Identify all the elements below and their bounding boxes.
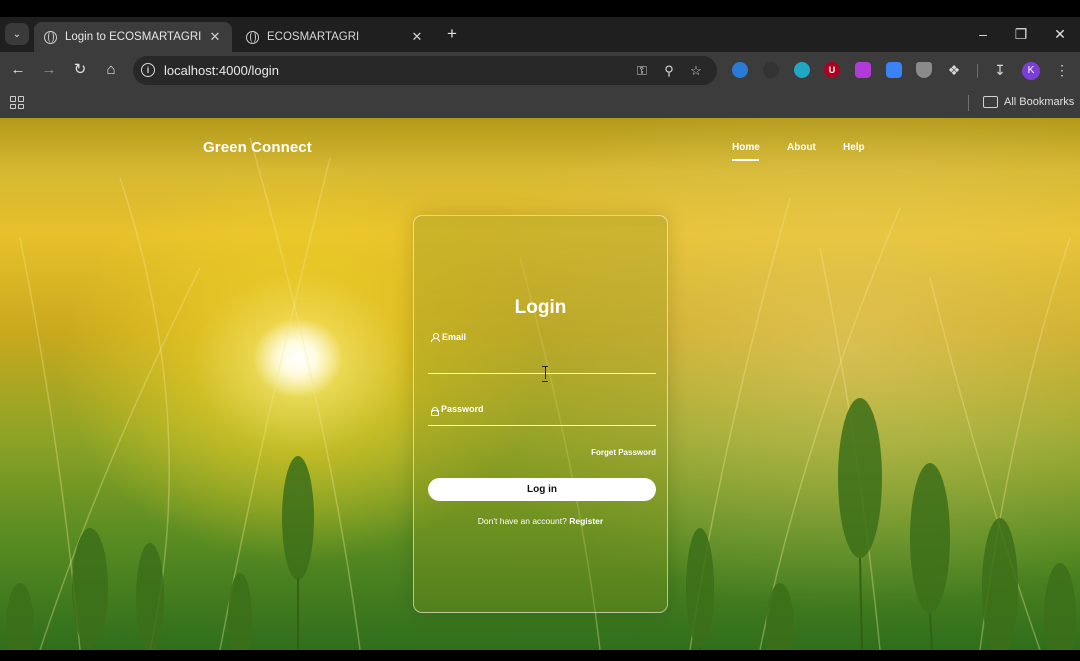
close-window-button[interactable]: ✕	[1050, 25, 1070, 43]
all-bookmarks-link[interactable]: All Bookmarks	[1004, 96, 1074, 108]
email-label: Email	[431, 332, 466, 342]
chevron-down-icon: ⌄	[12, 28, 22, 40]
zoom-icon[interactable]: ⚲	[660, 62, 678, 80]
dark-moon-extension-icon[interactable]	[763, 62, 779, 78]
site-header: Green Connect Home About Help	[0, 118, 1080, 188]
browser-tab-strip: ⌄ Login to ECOSMARTAGRI ✕ ECOSMARTAGRI ✕…	[0, 17, 1080, 52]
password-key-icon[interactable]: ⚿	[633, 62, 651, 80]
download-icon[interactable]: ↧	[990, 61, 1010, 79]
toolbar-divider	[977, 64, 978, 78]
nav-home[interactable]: Home	[732, 142, 760, 161]
screen: ⌄ Login to ECOSMARTAGRI ✕ ECOSMARTAGRI ✕…	[0, 0, 1080, 661]
forward-button[interactable]: →	[39, 60, 59, 80]
register-prompt: Don't have an account? Register	[414, 516, 667, 526]
close-icon[interactable]: ✕	[410, 29, 424, 45]
page-viewport: Green Connect Home About Help Login Emai…	[0, 118, 1080, 650]
register-prompt-text: Don't have an account?	[477, 516, 567, 526]
email-label-text: Email	[442, 332, 467, 342]
tab-title: Login to ECOSMARTAGRI	[65, 31, 202, 43]
login-card: Login Email Password Forget Password Log…	[413, 215, 668, 613]
bottom-letterbox	[0, 650, 1080, 661]
cyan-refresh-extension-icon[interactable]	[794, 62, 810, 78]
blue-circle-extension-icon[interactable]	[732, 62, 748, 78]
globe-icon	[44, 30, 57, 44]
close-icon[interactable]: ✕	[208, 29, 222, 45]
user-icon	[431, 333, 440, 342]
login-button[interactable]: Log in	[428, 478, 656, 501]
profile-avatar[interactable]: K	[1022, 62, 1040, 80]
shield-extension-icon[interactable]	[916, 62, 932, 78]
apps-grid-icon[interactable]	[10, 96, 24, 109]
register-link[interactable]: Register	[569, 516, 603, 526]
nav-help[interactable]: Help	[843, 142, 865, 153]
forgot-password-link[interactable]: Forget Password	[591, 448, 656, 457]
text-cursor-icon	[542, 366, 548, 382]
folder-icon	[983, 96, 998, 108]
home-button[interactable]: ⌂	[101, 60, 121, 80]
minimize-button[interactable]: –	[973, 25, 993, 43]
browser-tab-login[interactable]: Login to ECOSMARTAGRI ✕	[34, 22, 232, 52]
menu-kebab-icon[interactable]: ⋮	[1052, 61, 1072, 79]
reload-button[interactable]: ↻	[70, 60, 90, 80]
ublock-extension-icon[interactable]: U	[824, 62, 840, 78]
bookmarks-divider	[968, 95, 969, 111]
browser-toolbar: ← → ↻ ⌂ i localhost:4000/login ⚿ ⚲ ☆ U ❖…	[0, 52, 1080, 88]
purple-extension-icon[interactable]	[855, 62, 871, 78]
url-text: localhost:4000/login	[164, 63, 279, 78]
login-title: Login	[514, 297, 567, 318]
nav-about[interactable]: About	[787, 142, 816, 153]
restore-button[interactable]: ❐	[1011, 25, 1031, 43]
browser-tab-ecosmartagri[interactable]: ECOSMARTAGRI ✕	[236, 22, 434, 52]
bookmark-star-icon[interactable]: ☆	[687, 62, 705, 80]
bookmarks-bar: All Bookmarks	[0, 88, 1080, 118]
tab-search-button[interactable]: ⌄	[5, 23, 29, 45]
password-input[interactable]	[428, 404, 656, 426]
site-brand-logo[interactable]: Green Connect	[203, 139, 312, 156]
tab-title: ECOSMARTAGRI	[267, 31, 360, 43]
back-button[interactable]: ←	[8, 60, 28, 80]
globe-icon	[246, 30, 259, 44]
new-tab-button[interactable]: +	[443, 24, 461, 44]
image-extension-icon[interactable]	[886, 62, 902, 78]
address-bar[interactable]: i localhost:4000/login ⚿ ⚲ ☆	[133, 56, 717, 85]
extensions-puzzle-icon[interactable]: ❖	[944, 61, 964, 79]
site-info-icon[interactable]: i	[141, 63, 155, 77]
